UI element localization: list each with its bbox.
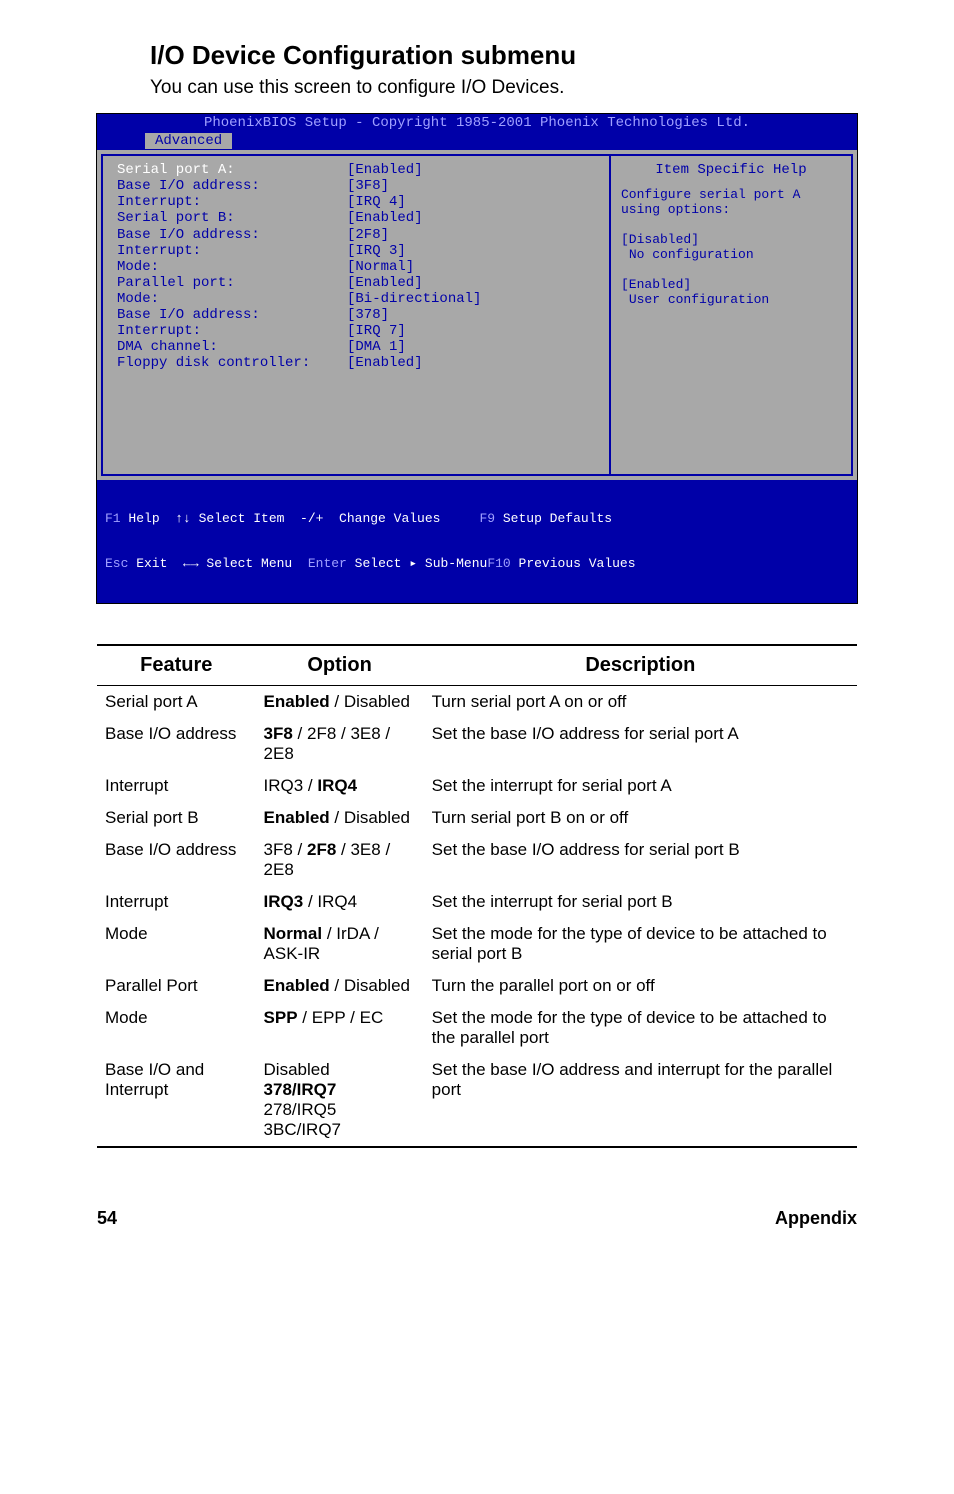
cell-feature: Parallel Port	[97, 970, 256, 1002]
bios-setting-value: [Enabled]	[347, 210, 423, 226]
bios-setting-value: [Normal]	[347, 259, 414, 275]
cell-feature: Interrupt	[97, 770, 256, 802]
cell-feature: Base I/O address	[97, 718, 256, 770]
cell-description: Set the base I/O address and interrupt f…	[424, 1054, 857, 1147]
table-row: InterruptIRQ3 / IRQ4Set the interrupt fo…	[97, 886, 857, 918]
table-row: Serial port AEnabled / DisabledTurn seri…	[97, 686, 857, 719]
bios-setting-row: Serial port A:[Enabled]	[117, 162, 599, 178]
bios-setting-row: Base I/O address:[3F8]	[117, 178, 599, 194]
bios-setting-value: [IRQ 3]	[347, 243, 406, 259]
bios-setting-row: Mode:[Normal]	[117, 259, 599, 275]
table-row: Serial port BEnabled / DisabledTurn seri…	[97, 802, 857, 834]
bios-setting-label: Base I/O address:	[117, 178, 347, 194]
cell-description: Set the mode for the type of device to b…	[424, 1002, 857, 1054]
cell-feature: Serial port A	[97, 686, 256, 719]
bios-setting-label: Serial port B:	[117, 210, 347, 226]
bios-setting-row: Interrupt:[IRQ 4]	[117, 194, 599, 210]
bios-setting-value: [Enabled]	[347, 275, 423, 291]
table-row: Base I/O address3F8 / 2F8 / 3E8 / 2E8Set…	[97, 834, 857, 886]
table-row: ModeNormal / IrDA / ASK-IRSet the mode f…	[97, 918, 857, 970]
bios-setting-value: [IRQ 7]	[347, 323, 406, 339]
cell-option: Normal / IrDA / ASK-IR	[256, 918, 424, 970]
cell-option: Enabled / Disabled	[256, 970, 424, 1002]
bios-title: PhoenixBIOS Setup - Copyright 1985-2001 …	[97, 114, 857, 132]
bios-setting-value: [IRQ 4]	[347, 194, 406, 210]
bios-footer: F1 Help ↑↓ Select Item -/+ Change Values…	[97, 480, 857, 604]
bios-setting-row: DMA channel:[DMA 1]	[117, 339, 599, 355]
bios-screenshot: PhoenixBIOS Setup - Copyright 1985-2001 …	[96, 113, 858, 604]
cell-feature: Base I/O and Interrupt	[97, 1054, 256, 1147]
page-heading: I/O Device Configuration submenu	[150, 40, 894, 71]
cell-description: Set the mode for the type of device to b…	[424, 918, 857, 970]
bios-setting-label: Floppy disk controller:	[117, 355, 347, 371]
cell-description: Set the interrupt for serial port A	[424, 770, 857, 802]
bios-setting-label: Parallel port:	[117, 275, 347, 291]
cell-description: Set the base I/O address for serial port…	[424, 834, 857, 886]
feature-table: Feature Option Description Serial port A…	[97, 644, 857, 1148]
page-number: 54	[97, 1208, 117, 1229]
bios-help-title: Item Specific Help	[621, 162, 841, 178]
bios-setting-row: Interrupt:[IRQ 3]	[117, 243, 599, 259]
bios-setting-value: [2F8]	[347, 227, 389, 243]
bios-help-pane: Item Specific Help Configure serial port…	[609, 154, 853, 476]
cell-feature: Serial port B	[97, 802, 256, 834]
bios-setting-label: Interrupt:	[117, 323, 347, 339]
bios-setting-row: Base I/O address:[378]	[117, 307, 599, 323]
cell-description: Turn serial port B on or off	[424, 802, 857, 834]
bios-setting-value: [Enabled]	[347, 355, 423, 371]
section-name: Appendix	[775, 1208, 857, 1229]
cell-feature: Base I/O address	[97, 834, 256, 886]
bios-setting-row: Parallel port:[Enabled]	[117, 275, 599, 291]
bios-setting-label: Base I/O address:	[117, 227, 347, 243]
bios-setting-label: Mode:	[117, 291, 347, 307]
bios-setting-row: Serial port B:[Enabled]	[117, 210, 599, 226]
col-option: Option	[256, 645, 424, 686]
cell-description: Turn serial port A on or off	[424, 686, 857, 719]
bios-setting-value: [378]	[347, 307, 389, 323]
bios-setting-label: Interrupt:	[117, 243, 347, 259]
bios-setting-row: Base I/O address:[2F8]	[117, 227, 599, 243]
table-row: Base I/O address3F8 / 2F8 / 3E8 / 2E8Set…	[97, 718, 857, 770]
cell-description: Set the base I/O address for serial port…	[424, 718, 857, 770]
cell-description: Set the interrupt for serial port B	[424, 886, 857, 918]
bios-setting-label: Mode:	[117, 259, 347, 275]
bios-setting-value: [Bi-directional]	[347, 291, 481, 307]
bios-setting-label: Serial port A:	[117, 162, 347, 178]
cell-option: IRQ3 / IRQ4	[256, 770, 424, 802]
cell-option: Disabled378/IRQ7278/IRQ5 3BC/IRQ7	[256, 1054, 424, 1147]
table-row: InterruptIRQ3 / IRQ4Set the interrupt fo…	[97, 770, 857, 802]
bios-setting-value: [Enabled]	[347, 162, 423, 178]
cell-option: 3F8 / 2F8 / 3E8 / 2E8	[256, 834, 424, 886]
cell-option: SPP / EPP / EC	[256, 1002, 424, 1054]
col-feature: Feature	[97, 645, 256, 686]
bios-tab-advanced: Advanced	[145, 133, 232, 149]
page-footer: 54 Appendix	[97, 1208, 857, 1229]
bios-setting-value: [DMA 1]	[347, 339, 406, 355]
bios-setting-row: Mode:[Bi-directional]	[117, 291, 599, 307]
cell-option: Enabled / Disabled	[256, 686, 424, 719]
bios-setting-label: Interrupt:	[117, 194, 347, 210]
bios-help-body: Configure serial port A using options: […	[621, 188, 841, 308]
table-row: Base I/O and InterruptDisabled378/IRQ727…	[97, 1054, 857, 1147]
cell-option: IRQ3 / IRQ4	[256, 886, 424, 918]
table-row: ModeSPP / EPP / ECSet the mode for the t…	[97, 1002, 857, 1054]
cell-option: Enabled / Disabled	[256, 802, 424, 834]
cell-feature: Interrupt	[97, 886, 256, 918]
cell-feature: Mode	[97, 918, 256, 970]
cell-option: 3F8 / 2F8 / 3E8 / 2E8	[256, 718, 424, 770]
bios-setting-row: Floppy disk controller:[Enabled]	[117, 355, 599, 371]
cell-feature: Mode	[97, 1002, 256, 1054]
bios-setting-label: DMA channel:	[117, 339, 347, 355]
cell-description: Turn the parallel port on or off	[424, 970, 857, 1002]
bios-setting-row: Interrupt:[IRQ 7]	[117, 323, 599, 339]
bios-setting-value: [3F8]	[347, 178, 389, 194]
bios-settings-pane: Serial port A:[Enabled]Base I/O address:…	[101, 154, 609, 476]
table-row: Parallel PortEnabled / DisabledTurn the …	[97, 970, 857, 1002]
bios-setting-label: Base I/O address:	[117, 307, 347, 323]
col-description: Description	[424, 645, 857, 686]
page-subtitle: You can use this screen to configure I/O…	[150, 77, 894, 99]
